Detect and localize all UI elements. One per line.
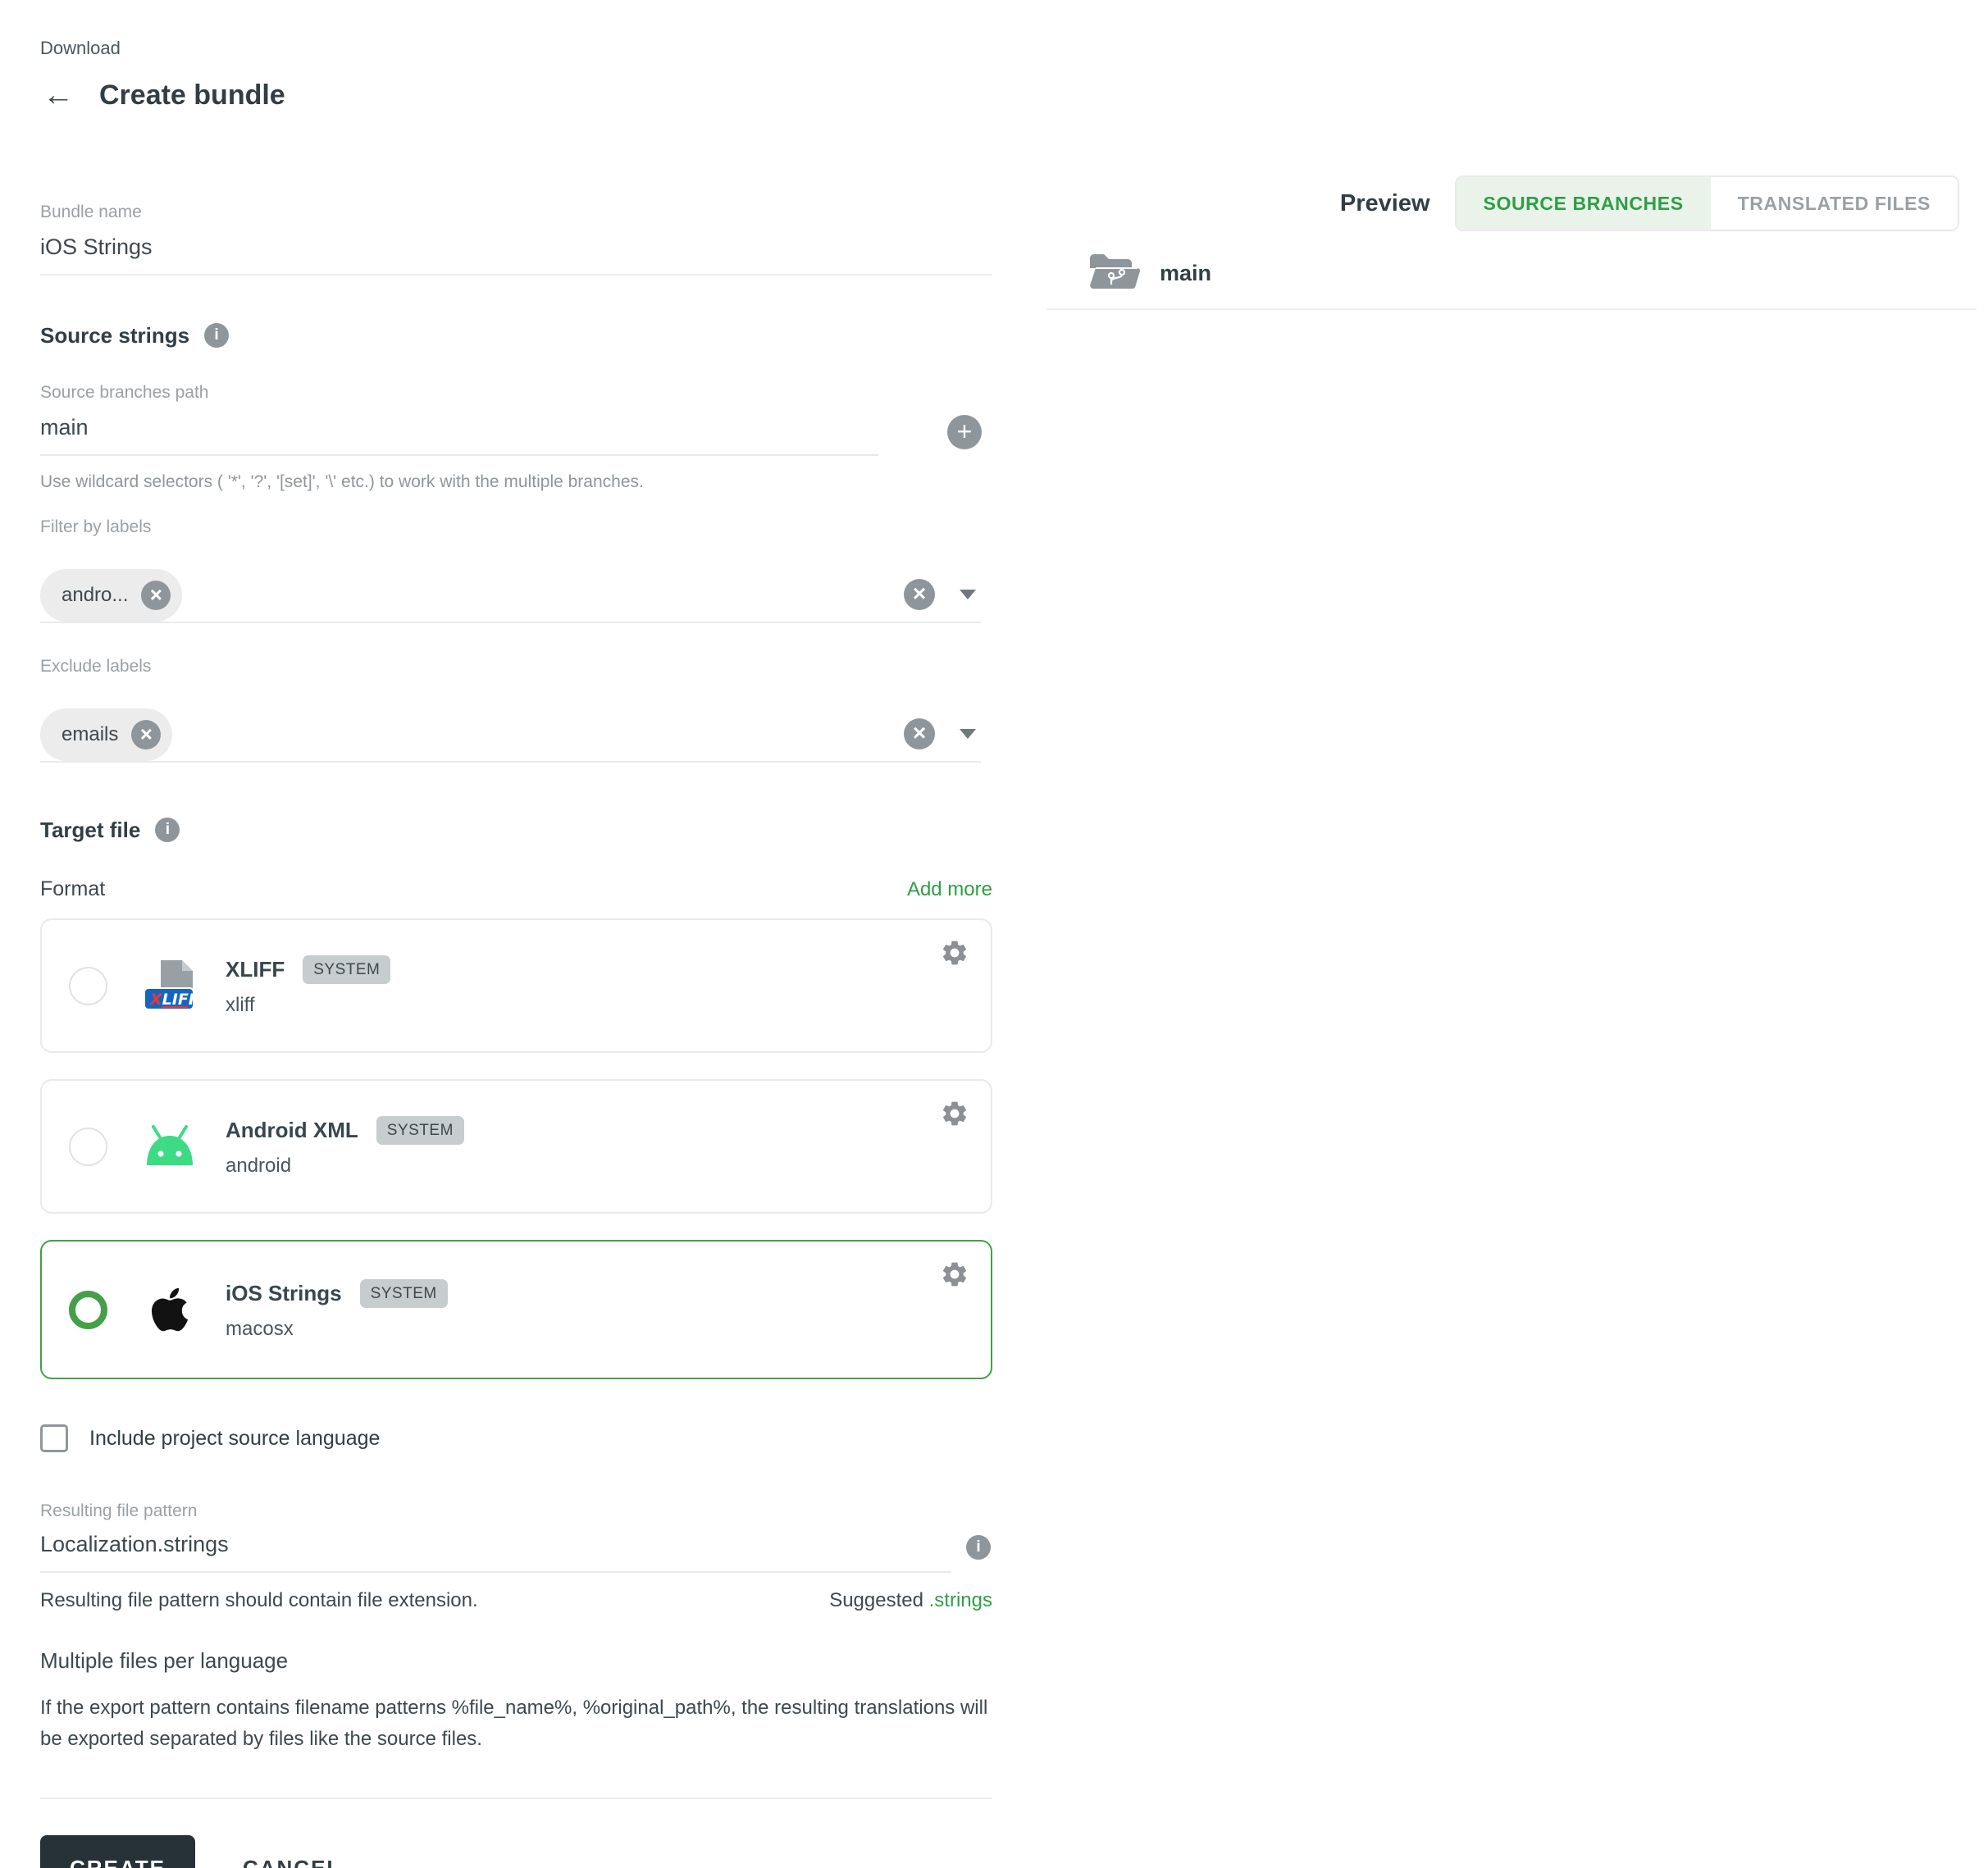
title-row: Create bundle bbox=[40, 77, 992, 113]
add-branch-button[interactable] bbox=[947, 415, 982, 449]
back-button[interactable] bbox=[40, 77, 76, 113]
tab-source-branches[interactable]: SOURCE BRANCHES bbox=[1457, 177, 1711, 230]
resulting-file-pattern-label: Resulting file pattern bbox=[40, 1501, 992, 1522]
source-branches-path-label: Source branches path bbox=[40, 382, 992, 403]
resulting-file-pattern-input[interactable]: Localization.strings bbox=[40, 1530, 951, 1558]
format-row: Format Add more bbox=[40, 877, 992, 904]
chip-remove-button[interactable] bbox=[141, 581, 171, 610]
resulting-file-pattern-row: Localization.strings bbox=[40, 1530, 992, 1573]
format-settings-button[interactable] bbox=[940, 938, 969, 968]
svg-text:XLIFF: XLIFF bbox=[149, 991, 196, 1009]
source-branches-path-row: main bbox=[40, 413, 878, 456]
multiple-files-heading: Multiple files per language bbox=[40, 1648, 992, 1676]
bundle-form: Download Create bundle Bundle name iOS S… bbox=[40, 0, 992, 1868]
preview-divider bbox=[1046, 308, 1977, 310]
pattern-helper-text: Resulting file pattern should contain fi… bbox=[40, 1589, 478, 1612]
gear-icon bbox=[940, 1099, 969, 1128]
preview-tabs: SOURCE BRANCHES TRANSLATED FILES bbox=[1455, 175, 1959, 231]
format-settings-button[interactable] bbox=[940, 1260, 969, 1289]
gear-icon bbox=[940, 938, 969, 968]
format-radio[interactable] bbox=[69, 967, 107, 1005]
chip-text: emails bbox=[62, 723, 118, 746]
include-source-language-row: Include project source language bbox=[40, 1422, 992, 1455]
format-title: iOS Strings bbox=[226, 1281, 342, 1306]
pattern-helper-row: Resulting file pattern should contain fi… bbox=[40, 1589, 992, 1612]
git-branch-folder-icon bbox=[1087, 251, 1140, 296]
format-settings-button[interactable] bbox=[940, 1099, 969, 1128]
format-radio-selected[interactable] bbox=[69, 1291, 107, 1329]
format-text: XLIFF SYSTEM xliff bbox=[226, 955, 390, 1017]
gear-icon bbox=[940, 1260, 969, 1289]
target-file-heading-text: Target file bbox=[40, 818, 140, 843]
format-title: Android XML bbox=[226, 1118, 358, 1143]
system-badge: SYSTEM bbox=[360, 1279, 448, 1308]
preview-panel: Preview SOURCE BRANCHES TRANSLATED FILES… bbox=[1046, 0, 1977, 310]
multiple-files-description: If the export pattern contains filename … bbox=[40, 1693, 992, 1755]
format-text: iOS Strings SYSTEM macosx bbox=[226, 1279, 448, 1341]
format-label: Format bbox=[40, 877, 105, 901]
filter-labels-label: Filter by labels bbox=[40, 517, 992, 538]
bundle-name-input[interactable]: iOS Strings bbox=[40, 233, 992, 261]
bundle-name-label: Bundle name bbox=[40, 202, 992, 223]
apple-icon bbox=[127, 1285, 212, 1334]
format-card-ios-strings[interactable]: iOS Strings SYSTEM macosx bbox=[40, 1240, 992, 1379]
format-text: Android XML SYSTEM android bbox=[226, 1116, 464, 1178]
format-subtitle: android bbox=[226, 1155, 464, 1178]
format-card-android[interactable]: Android XML SYSTEM android bbox=[40, 1079, 992, 1214]
source-strings-heading: Source strings bbox=[40, 321, 992, 349]
create-bundle-page: Download Create bundle Bundle name iOS S… bbox=[0, 0, 1988, 1868]
bundle-name-underline bbox=[40, 274, 992, 276]
page-title: Create bundle bbox=[99, 80, 285, 112]
clear-selection-button[interactable] bbox=[904, 718, 935, 749]
select-controls bbox=[904, 579, 976, 610]
tree-item-main[interactable]: main bbox=[1046, 253, 1977, 294]
suggested-extension: Suggested .strings bbox=[829, 1589, 992, 1612]
preview-heading: Preview bbox=[1340, 190, 1430, 217]
breadcrumb: Download bbox=[40, 38, 992, 59]
format-card-xliff[interactable]: XLIFF XLIFF SYSTEM xliff bbox=[40, 918, 992, 1053]
info-icon[interactable] bbox=[155, 818, 180, 842]
suggested-label: Suggested bbox=[829, 1589, 928, 1611]
format-subtitle: xliff bbox=[226, 994, 390, 1017]
tree-item-label: main bbox=[1160, 261, 1211, 286]
source-branches-path-input[interactable]: main bbox=[40, 413, 878, 441]
format-title: XLIFF bbox=[226, 957, 285, 982]
bottom-divider bbox=[40, 1797, 992, 1799]
system-badge: SYSTEM bbox=[376, 1116, 464, 1145]
format-radio[interactable] bbox=[69, 1128, 107, 1166]
exclude-labels-select[interactable]: emails bbox=[40, 682, 981, 763]
exclude-labels-label: Exclude labels bbox=[40, 656, 992, 677]
create-button[interactable]: CREATE bbox=[40, 1835, 195, 1868]
chevron-down-icon[interactable] bbox=[960, 590, 976, 599]
chip-remove-button[interactable] bbox=[131, 720, 161, 749]
actions-row: CREATE CANCEL bbox=[40, 1835, 992, 1868]
android-icon bbox=[127, 1123, 212, 1170]
chip-text: andro... bbox=[62, 584, 128, 607]
include-source-language-label: Include project source language bbox=[89, 1427, 380, 1451]
wildcard-helper-text: Use wildcard selectors ( '*', '?', '[set… bbox=[40, 471, 992, 494]
info-icon[interactable] bbox=[204, 323, 229, 348]
suggested-extension-link[interactable]: .strings bbox=[929, 1589, 992, 1611]
clear-selection-button[interactable] bbox=[904, 579, 935, 610]
info-icon[interactable] bbox=[966, 1535, 991, 1560]
label-chip[interactable]: andro... bbox=[40, 569, 182, 622]
target-file-heading: Target file bbox=[40, 815, 992, 845]
source-strings-heading-text: Source strings bbox=[40, 323, 189, 349]
select-controls bbox=[904, 718, 976, 749]
format-subtitle: macosx bbox=[226, 1318, 448, 1341]
system-badge: SYSTEM bbox=[303, 955, 390, 984]
include-source-language-checkbox[interactable] bbox=[40, 1424, 68, 1452]
cancel-button[interactable]: CANCEL bbox=[243, 1856, 341, 1868]
tab-translated-files[interactable]: TRANSLATED FILES bbox=[1711, 177, 1958, 230]
chevron-down-icon[interactable] bbox=[960, 729, 976, 739]
label-chip[interactable]: emails bbox=[40, 708, 172, 761]
add-more-link[interactable]: Add more bbox=[907, 878, 992, 901]
filter-labels-select[interactable]: andro... bbox=[40, 543, 981, 623]
xliff-file-icon: XLIFF bbox=[127, 959, 212, 1012]
format-cards: XLIFF XLIFF SYSTEM xliff bbox=[40, 918, 992, 1379]
preview-header: Preview SOURCE BRANCHES TRANSLATED FILES bbox=[1046, 175, 1977, 231]
